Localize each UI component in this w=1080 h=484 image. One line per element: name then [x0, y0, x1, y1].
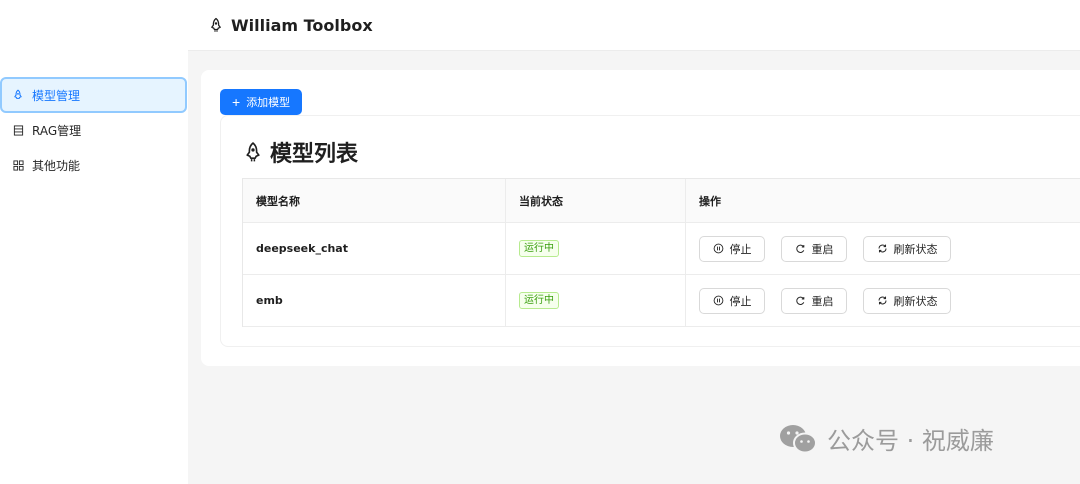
stop-button[interactable]: 停止: [699, 235, 765, 262]
rocket-icon: [242, 141, 264, 163]
appstore-icon: [12, 159, 24, 171]
plus-icon: +: [232, 94, 241, 110]
pause-circle-icon: [713, 295, 724, 306]
add-model-button[interactable]: + 添加模型: [220, 89, 303, 115]
sidebar-item-other-features[interactable]: 其他功能: [0, 147, 188, 183]
restart-icon: [795, 295, 806, 306]
restart-label: 重启: [811, 294, 834, 308]
model-table: 模型名称 当前状态 操作 deepseek_chat 运行中 停止 重启 刷新状…: [242, 178, 1080, 327]
status-cell: 运行中: [506, 275, 686, 326]
content-card: + 添加模型 模型列表 模型名称 当前状态 操作 deepseek_chat 运…: [201, 70, 1080, 366]
stop-label: 停止: [729, 242, 752, 256]
app-header: William Toolbox: [188, 0, 1080, 51]
restart-button[interactable]: 重启: [781, 235, 847, 262]
status-badge: 运行中: [519, 292, 559, 309]
actions-cell: 停止 重启 刷新状态: [686, 223, 1080, 274]
sidebar-item-rag-management[interactable]: RAG管理: [0, 112, 188, 148]
watermark: 公众号 · 祝威廉: [777, 421, 994, 456]
pause-circle-icon: [713, 243, 724, 254]
status-badge: 运行中: [519, 240, 559, 257]
table-row: deepseek_chat 运行中 停止 重启 刷新状态: [243, 223, 1080, 275]
actions-cell: 停止 重启 刷新状态: [686, 275, 1080, 326]
app-title: William Toolbox: [231, 15, 373, 35]
column-header-name: 模型名称: [243, 179, 506, 222]
column-header-actions: 操作: [699, 194, 721, 208]
model-name: deepseek_chat: [243, 223, 506, 274]
sidebar-menu: 模型管理 RAG管理 其他功能: [0, 77, 188, 182]
table-row: emb 运行中 停止 重启 刷新状态: [243, 275, 1080, 327]
sync-icon: [877, 295, 888, 306]
stop-label: 停止: [729, 294, 752, 308]
sidebar-item-label: 模型管理: [32, 88, 81, 103]
watermark-text: 公众号 · 祝威廉: [827, 427, 994, 455]
rocket-icon: [208, 17, 224, 33]
table-header-row: 模型名称 当前状态 操作: [243, 178, 1080, 223]
sync-icon: [877, 243, 888, 254]
column-header-status: 当前状态: [506, 179, 686, 222]
model-list-title: 模型列表: [270, 142, 359, 167]
restart-label: 重启: [811, 242, 834, 256]
database-icon: [12, 124, 24, 136]
sidebar-item-label: 其他功能: [32, 158, 81, 173]
sidebar-item-model-management[interactable]: 模型管理: [0, 77, 187, 113]
status-cell: 运行中: [506, 223, 686, 274]
restart-button[interactable]: 重启: [781, 287, 847, 314]
add-model-label: 添加模型: [246, 97, 291, 109]
refresh-status-label: 刷新状态: [893, 294, 938, 308]
sidebar: 模型管理 RAG管理 其他功能: [0, 0, 188, 484]
model-name: emb: [243, 275, 506, 326]
model-list-card: 模型列表 模型名称 当前状态 操作 deepseek_chat 运行中 停止 重…: [220, 115, 1080, 347]
refresh-status-button[interactable]: 刷新状态: [863, 235, 951, 262]
sidebar-item-label: RAG管理: [32, 123, 82, 138]
stop-button[interactable]: 停止: [699, 287, 765, 314]
refresh-status-button[interactable]: 刷新状态: [863, 287, 951, 314]
restart-icon: [795, 243, 806, 254]
rocket-icon: [12, 89, 24, 101]
refresh-status-label: 刷新状态: [893, 242, 938, 256]
model-list-heading: 模型列表: [242, 136, 358, 168]
wechat-icon: [777, 422, 819, 456]
